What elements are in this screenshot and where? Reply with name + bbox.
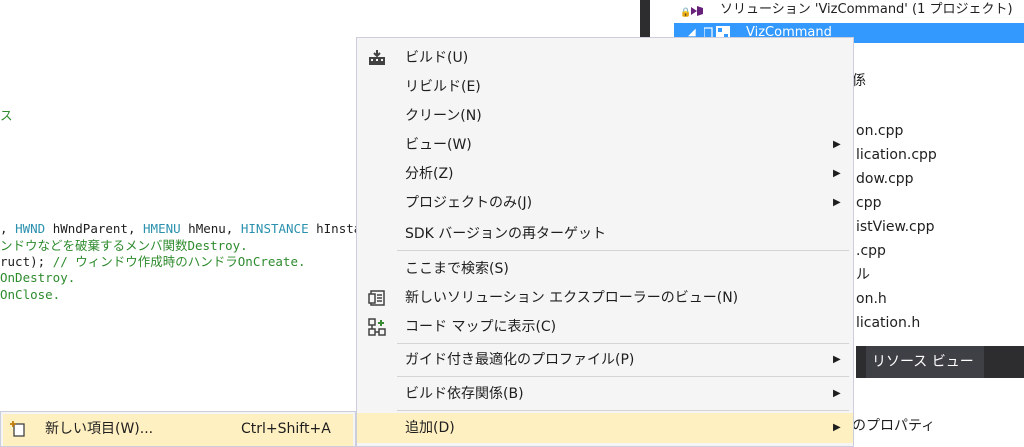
submenu-arrow-icon: ▶	[833, 139, 841, 150]
menu-item-view[interactable]: ビュー(W) ▶	[357, 131, 853, 159]
menu-item-retarget-sdk[interactable]: SDK バージョンの再ターゲット	[357, 220, 853, 248]
tree-item[interactable]: cpp	[856, 193, 881, 213]
submenu-item-label: 新しい項目(W)...	[45, 421, 154, 437]
solution-node[interactable]: 🔒 ソリューション 'VizCommand' (1 プロジェクト)	[674, 0, 1024, 22]
code-line-2: ンドウなどを破棄するメンバ関数Destroy.	[0, 238, 248, 253]
tree-item[interactable]: .cpp	[856, 241, 886, 261]
menu-separator	[397, 410, 849, 411]
menu-separator	[397, 250, 849, 251]
menu-item-build-dependencies[interactable]: ビルド依存関係(B) ▶	[357, 380, 853, 408]
menu-item-analyze[interactable]: 分析(Z) ▶	[357, 160, 853, 188]
code-line-1: , HWND hWndParent, HMENU hMenu, HINSTANC…	[0, 221, 362, 236]
menu-item-label: クリーン(N)	[405, 108, 482, 124]
menu-item-project-only[interactable]: プロジェクトのみ(J) ▶	[357, 189, 853, 217]
menu-item-build[interactable]: ビルド(U)	[357, 44, 853, 72]
build-icon	[367, 48, 387, 68]
menu-item-rebuild[interactable]: リビルド(E)	[357, 73, 853, 101]
tab-resource-view[interactable]: リソース ビュー	[866, 346, 984, 378]
new-item-icon	[9, 420, 27, 438]
menu-item-pgo-profile[interactable]: ガイド付き最適化のプロファイル(P) ▶	[357, 346, 853, 374]
menu-item-label: コード マップに表示(C)	[405, 319, 557, 335]
solution-icon	[690, 4, 704, 16]
properties-title: のプロパティ	[852, 418, 936, 434]
submenu-arrow-icon: ▶	[833, 168, 841, 179]
tree-item[interactable]: istView.cpp	[856, 217, 935, 237]
menu-item-label: ビルド依存関係(B)	[405, 386, 524, 402]
menu-item-label: ビュー(W)	[405, 137, 472, 153]
context-menu: ビルド(U) リビルド(E) クリーン(N) ビュー(W) ▶ 分析(Z) ▶ …	[356, 37, 854, 447]
code-map-icon	[367, 317, 387, 337]
submenu-arrow-icon: ▶	[833, 422, 841, 433]
tree-item[interactable]: ル	[856, 265, 870, 285]
add-submenu: 新しい項目(W)... Ctrl+Shift+A	[0, 411, 356, 447]
tree-item[interactable]: dow.cpp	[856, 169, 914, 189]
shortcut-text: Ctrl+Shift+A	[241, 421, 331, 437]
menu-item-new-explorer-view[interactable]: 新しいソリューション エクスプローラーのビュー(N)	[357, 284, 853, 312]
solution-label: ソリューション 'VizCommand' (1 プロジェクト)	[720, 2, 1013, 17]
submenu-arrow-icon: ▶	[833, 354, 841, 365]
menu-separator	[397, 376, 849, 377]
menu-item-label: ビルド(U)	[405, 50, 469, 66]
code-line-3: ruct); // ウィンドウ作成時のハンドラOnCreate.	[0, 254, 306, 269]
menu-item-label: ガイド付き最適化のプロファイル(P)	[405, 352, 635, 368]
submenu-arrow-icon: ▶	[833, 388, 841, 399]
menu-item-label: 追加(D)	[405, 420, 455, 436]
menu-item-show-code-map[interactable]: コード マップに表示(C)	[357, 313, 853, 341]
menu-item-add[interactable]: 追加(D) ▶	[357, 413, 853, 443]
menu-item-scope-to-this[interactable]: ここまで検索(S)	[357, 255, 853, 283]
tree-item[interactable]: on.h	[856, 289, 887, 309]
new-view-icon	[367, 288, 387, 308]
menu-item-clean[interactable]: クリーン(N)	[357, 102, 853, 130]
menu-item-label: ここまで検索(S)	[405, 261, 509, 277]
code-line-5: OnClose.	[0, 287, 61, 302]
menu-item-label: 新しいソリューション エクスプローラーのビュー(N)	[405, 290, 739, 306]
code-fragment: ス	[0, 108, 13, 123]
menu-item-label: SDK バージョンの再ターゲット	[405, 226, 607, 242]
menu-item-label: リビルド(E)	[405, 79, 481, 95]
submenu-arrow-icon: ▶	[833, 197, 841, 208]
tree-item[interactable]: lication.h	[856, 313, 920, 333]
tree-item[interactable]: 係	[852, 71, 866, 91]
code-line-4: OnDestroy.	[0, 270, 76, 285]
tree-item[interactable]: on.cpp	[856, 121, 903, 141]
menu-item-label: プロジェクトのみ(J)	[405, 195, 533, 211]
tree-item[interactable]: lication.cpp	[856, 145, 937, 165]
menu-separator	[397, 343, 849, 344]
menu-item-label: 分析(Z)	[405, 166, 454, 182]
